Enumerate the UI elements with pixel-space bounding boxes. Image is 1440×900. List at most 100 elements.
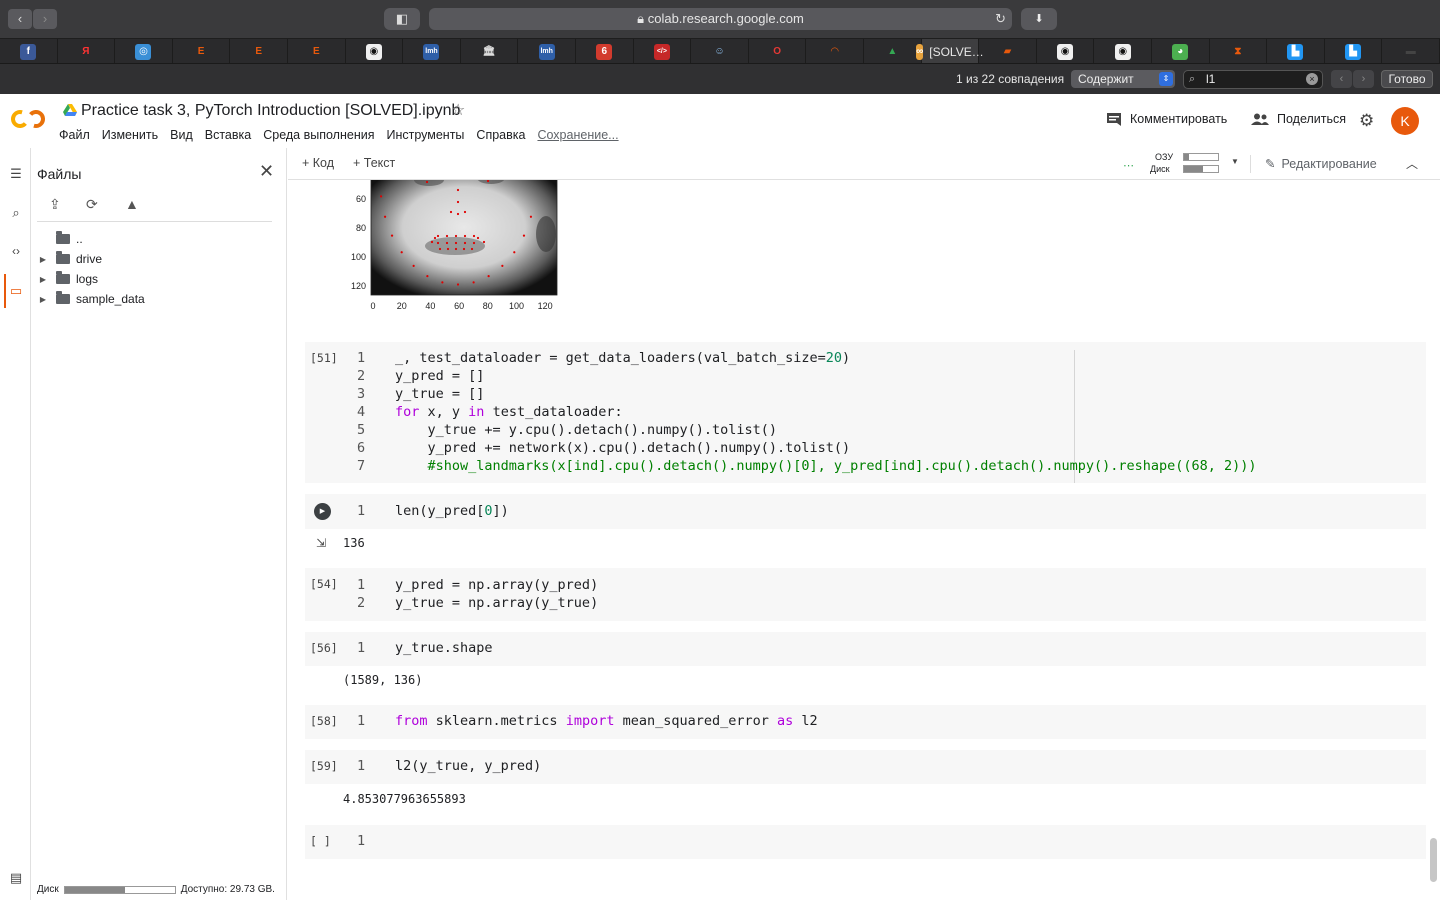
browser-tab[interactable]: ◎ (115, 39, 173, 64)
menu-runtime[interactable]: Среда выполнения (263, 128, 374, 142)
back-button[interactable]: ‹ (8, 9, 32, 29)
code-editor[interactable]: 1 l2(y_true, y_pred) (357, 757, 541, 775)
browser-tab[interactable]: 6 (576, 39, 634, 64)
tree-item-drive[interactable]: ▶ drive (36, 250, 102, 268)
caret-right-icon[interactable]: ▶ (36, 275, 50, 284)
browser-tab[interactable]: ▙ (1267, 39, 1325, 64)
table-of-contents-icon[interactable]: ☰ (8, 166, 24, 182)
find-mode-select[interactable]: Содержит ⇕ (1071, 70, 1175, 88)
code-cell[interactable]: [59] 1 l2(y_true, y_pred) (305, 750, 1426, 784)
panel-title: Файлы (37, 166, 82, 182)
browser-tab[interactable]: ▰ (979, 39, 1037, 64)
browser-tab[interactable]: ▬ (1382, 39, 1440, 64)
code-cell[interactable]: [58] 1 from sklearn.metrics import mean_s… (305, 705, 1426, 739)
browser-tab[interactable]: ◉ (1037, 39, 1095, 64)
execution-count: [54] (310, 577, 338, 591)
gear-icon[interactable]: ⚙ (1359, 111, 1374, 131)
find-next-button[interactable]: › (1353, 70, 1374, 88)
refresh-folder-icon[interactable]: ⟳ (86, 196, 106, 216)
code-cell[interactable]: [ ] 1 (305, 825, 1426, 859)
colab-logo[interactable] (10, 108, 46, 130)
menu-tools[interactable]: Инструменты (386, 128, 464, 142)
add-code-button[interactable]: + Код (302, 156, 334, 170)
landmark-point (522, 234, 526, 237)
browser-tab[interactable]: lmh (518, 39, 576, 64)
tab-favicon-icon: O (769, 43, 786, 60)
browser-tab[interactable]: ▙ (1325, 39, 1383, 64)
share-button[interactable]: Поделиться (1251, 112, 1346, 126)
browser-tab[interactable]: ◉ (346, 39, 404, 64)
browser-tab[interactable]: ∞ [SOLVE… (916, 39, 984, 64)
code-editor[interactable]: 1 y_pred = np.array(y_pred) 2 y_true = np.… (357, 576, 598, 612)
star-icon[interactable]: ☆ (451, 100, 465, 120)
browser-tab[interactable]: 🏛 (461, 39, 519, 64)
find-input[interactable]: ⌕ l1 × (1183, 70, 1323, 89)
reload-icon[interactable]: ↻ (995, 8, 1006, 30)
code-editor[interactable]: 1 len(y_pred[0]) (357, 502, 509, 520)
line-number: 1 (357, 833, 366, 849)
scrollbar[interactable] (1430, 838, 1437, 882)
code-editor[interactable]: 1 from sklearn.metrics import mean_square… (357, 712, 818, 730)
collapse-icon[interactable]: ︿ (1406, 155, 1418, 172)
forward-button[interactable]: › (33, 9, 57, 29)
terminal-icon[interactable]: ▤ (8, 870, 24, 886)
browser-tab[interactable]: </> (634, 39, 692, 64)
menu-edit[interactable]: Изменить (102, 128, 158, 142)
add-text-button[interactable]: + Текст (353, 156, 395, 170)
find-done-button[interactable]: Готово (1381, 70, 1433, 88)
tree-item-sample-data[interactable]: ▶ sample_data (36, 290, 145, 308)
address-bar[interactable]: 🔒︎ colab.research.google.com ↻ (429, 8, 1012, 30)
tree-item-logs[interactable]: ▶ logs (36, 270, 98, 288)
mount-drive-icon[interactable]: ▲ (125, 196, 145, 216)
code-editor[interactable]: 1 _, test_dataloader = get_data_loaders(v… (357, 349, 1257, 475)
disk-usage-fill (64, 886, 126, 893)
tree-item-parent[interactable]: .. (36, 230, 83, 248)
avatar[interactable]: K (1391, 107, 1419, 135)
browser-tab[interactable]: ◉ (1094, 39, 1152, 64)
folder-icon[interactable]: ▭ (8, 283, 24, 299)
comment-button[interactable]: Комментировать (1106, 112, 1227, 126)
code-cell[interactable]: [54] 1 y_pred = np.array(y_pred) 2 y_true … (305, 568, 1426, 621)
search-icon[interactable]: ⌕ (8, 205, 24, 221)
code-editor[interactable]: 1 (357, 832, 395, 850)
browser-tab[interactable]: ◠ (806, 39, 864, 64)
landmark-point (472, 234, 476, 238)
browser-tab[interactable]: E (288, 39, 346, 64)
x-tick-label: 80 (483, 301, 493, 311)
browser-tab[interactable]: ▲ (864, 39, 922, 64)
browser-tab[interactable]: Я (58, 39, 116, 64)
browser-tab[interactable]: E (230, 39, 288, 64)
drive-icon[interactable] (63, 104, 77, 116)
edit-mode-button[interactable]: ✎ Редактирование (1265, 156, 1377, 172)
execution-count: [56] (310, 641, 338, 655)
find-prev-button[interactable]: ‹ (1331, 70, 1352, 88)
save-status[interactable]: Сохранение... (537, 128, 618, 142)
browser-tab[interactable]: lmh (403, 39, 461, 64)
caret-right-icon[interactable]: ▶ (36, 255, 50, 264)
output-icon[interactable]: ⇲ (316, 536, 326, 550)
dropdown-icon[interactable]: ▼ (1231, 157, 1239, 166)
browser-tab[interactable]: ☺ (691, 39, 749, 64)
upload-file-icon[interactable]: ⇪ (49, 196, 69, 216)
menu-help[interactable]: Справка (476, 128, 525, 142)
caret-right-icon[interactable]: ▶ (36, 295, 50, 304)
run-cell-icon[interactable]: ▶ (314, 503, 331, 520)
code-editor[interactable]: 1 y_true.shape (357, 639, 493, 657)
sidebar-toggle-icon[interactable]: ◧ (384, 8, 420, 30)
browser-tab[interactable]: f (0, 39, 58, 64)
code-cell[interactable]: ▶ 1 len(y_pred[0]) (305, 494, 1426, 529)
browser-tab[interactable]: E (173, 39, 231, 64)
menu-file[interactable]: Файл (59, 128, 90, 142)
code-cell[interactable]: [56] 1 y_true.shape (305, 632, 1426, 666)
clear-icon[interactable]: × (1306, 73, 1318, 85)
code-cell[interactable]: [51] 1 _, test_dataloader = get_data_load… (305, 342, 1426, 483)
menu-view[interactable]: Вид (170, 128, 193, 142)
browser-tab[interactable]: O (749, 39, 807, 64)
download-icon[interactable]: ⬇ (1021, 8, 1057, 30)
notebook-title[interactable]: Practice task 3, PyTorch Introduction [S… (81, 102, 460, 120)
browser-tab[interactable]: ⧗ (1210, 39, 1268, 64)
close-icon[interactable]: ✕ (259, 161, 274, 182)
code-snippets-icon[interactable]: ‹› (8, 244, 24, 260)
menu-insert[interactable]: Вставка (205, 128, 251, 142)
browser-tab[interactable]: ◕ (1152, 39, 1210, 64)
